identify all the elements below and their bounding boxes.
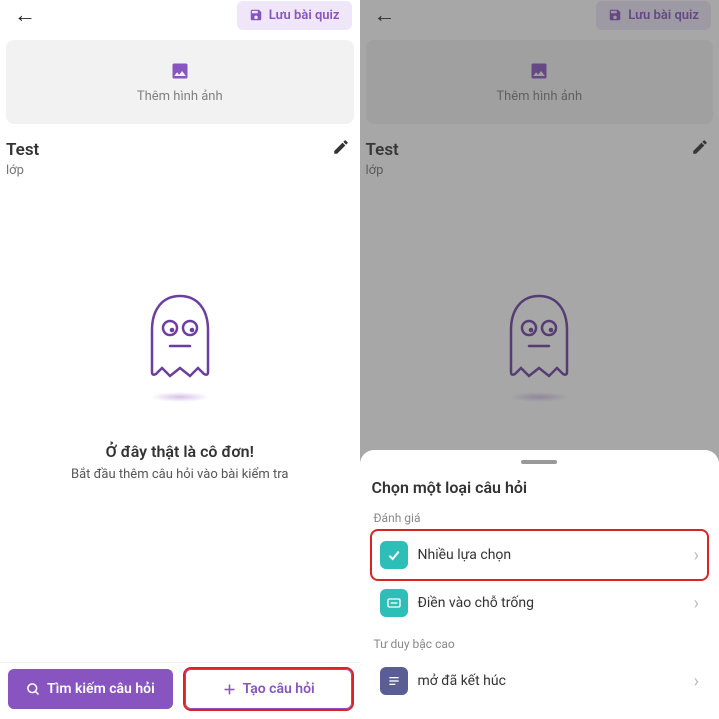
section-assessment-label: Đánh giá [374,511,708,525]
save-quiz-button[interactable]: Lưu bài quiz [237,1,352,30]
quiz-title-row: Test [0,130,360,161]
screen-question-type-sheet: ← Lưu bài quiz Thêm hình ảnh Test lớp [360,0,719,719]
add-image-label: Thêm hình ảnh [137,89,223,104]
search-icon [26,682,41,697]
bottom-bar: Tìm kiếm câu hỏi Tạo câu hỏi [0,669,360,709]
empty-subtitle: Bắt đầu thêm câu hỏi vào bài kiểm tra [71,467,288,482]
chevron-right-icon: › [694,671,699,692]
sheet-title: Chọn một loại câu hỏi [372,478,708,497]
create-question-button[interactable]: Tạo câu hỏi [185,669,352,709]
ghost-illustration [140,290,220,402]
search-questions-button[interactable]: Tìm kiếm câu hỏi [8,669,173,709]
back-icon[interactable]: ← [8,0,42,32]
option-multiple-choice[interactable]: Nhiều lựa chọn › [372,531,708,579]
chevron-right-icon: › [694,593,699,614]
option-open-ended[interactable]: mở đã kết húc › [372,657,708,705]
option-label: Điền vào chỗ trống [418,595,684,611]
quiz-subtitle: lớp [0,161,360,180]
option-fill-blank[interactable]: Điền vào chỗ trống › [372,579,708,627]
screen-empty-state: ← Lưu bài quiz Thêm hình ảnh Test lớp [0,0,360,719]
edit-icon[interactable] [332,138,350,161]
empty-title: Ở đây thật là cô đơn! [106,442,254,461]
save-icon [249,8,263,22]
save-quiz-label: Lưu bài quiz [269,8,340,23]
chevron-right-icon: › [694,545,699,566]
header: ← Lưu bài quiz [0,0,360,34]
sheet-handle[interactable] [521,460,557,464]
option-label: mở đã kết húc [418,673,684,689]
empty-state: Ở đây thật là cô đơn! Bắt đầu thêm câu h… [0,290,360,482]
check-icon [380,541,408,569]
option-label: Nhiều lựa chọn [418,547,684,563]
section-higher-label: Tư duy bậc cao [374,637,708,651]
create-question-label: Tạo câu hỏi [243,681,315,697]
image-icon [169,61,191,85]
add-image-card[interactable]: Thêm hình ảnh [6,40,354,124]
plus-icon [222,682,237,697]
question-type-sheet: Chọn một loại câu hỏi Đánh giá Nhiều lựa… [360,450,719,719]
divider [0,662,360,663]
open-ended-icon [380,667,408,695]
fill-blank-icon [380,589,408,617]
quiz-title: Test [6,140,39,160]
search-questions-label: Tìm kiếm câu hỏi [47,681,155,697]
